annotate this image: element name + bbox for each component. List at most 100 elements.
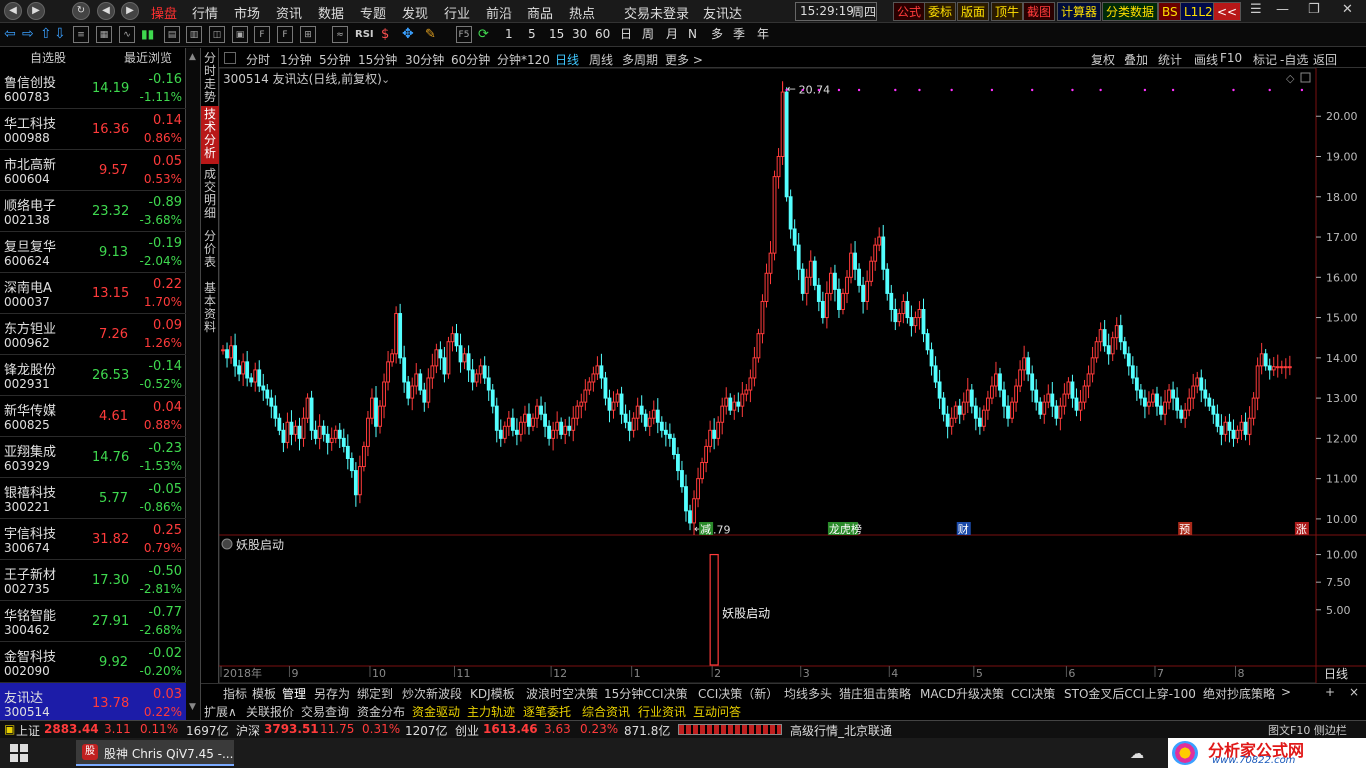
arrow-left-icon[interactable]: ⇦ [4,26,16,43]
view-tab-1[interactable]: 技术分析 [201,106,219,164]
tab-watchlist[interactable]: 自选股 [30,48,66,68]
dollar-icon[interactable]: $ [381,26,389,43]
view-tab-0[interactable]: 分时走势 [201,50,219,106]
login-status[interactable]: 交易未登录 [624,3,689,22]
quick-button-4[interactable]: 截图 [1023,2,1056,21]
period-tab-6[interactable]: 分钟*120 [497,51,550,68]
arrow-up-icon[interactable]: ⇧ [40,26,52,43]
menu-4[interactable]: 数据 [318,3,344,22]
toolbar-period-8[interactable]: N [688,26,697,43]
tab-recent[interactable]: 最近浏览 [124,48,172,68]
menu-icon[interactable]: ☰ [1250,2,1262,17]
arrow-right-icon[interactable]: ⇨ [22,26,34,43]
view-tab-2[interactable]: 成交明细 [201,166,219,224]
ext-tab-2[interactable]: 交易查询 [301,703,349,720]
minimize-icon[interactable]: — [1276,2,1289,17]
finance-icon[interactable]: ▣ [232,26,248,43]
view-tab-4[interactable]: 基本资料 [201,280,219,334]
quick-button-6[interactable]: 分类数据 [1102,2,1159,21]
next-icon[interactable]: ▶ [121,2,139,20]
f12-icon[interactable]: F [254,26,270,43]
formula-tab-7[interactable]: 波浪时空决策 [526,685,598,702]
formula-tab-12[interactable]: MACD升级决策 [920,685,1004,702]
period-tab-8[interactable]: 周线 [589,51,613,68]
menu-8[interactable]: 前沿 [486,3,512,22]
watchlist-row[interactable]: 华工科技 000988 16.36 0.14 0.86% [0,109,186,150]
ext-tab-4[interactable]: 资金驱动 [412,703,460,720]
watchlist-row[interactable]: 鲁信创投 600783 14.19 -0.16 -1.11% [0,68,186,109]
f5-icon[interactable]: F5 [456,26,472,43]
menu-10[interactable]: 热点 [569,3,595,22]
ext-tab-7[interactable]: 综合资讯 [582,703,630,720]
formula-tab-18[interactable]: × [1349,685,1359,699]
formula-tab-0[interactable]: 指标 [223,685,247,702]
formula-tab-1[interactable]: 模板 [252,685,276,702]
candle-icon[interactable]: ▮▮ [141,26,154,43]
watchlist-row[interactable]: 王子新材 002735 17.30 -0.50 -2.81% [0,560,186,601]
toolbar-period-1[interactable]: 5 [528,26,536,43]
toolbar-period-3[interactable]: 30 [572,26,587,43]
watchlist-row[interactable]: 新华传媒 600825 4.61 0.04 0.88% [0,396,186,437]
prev-icon[interactable]: ◀ [97,2,115,20]
toolbar-period-0[interactable]: 1 [505,26,513,43]
chart-action-3[interactable]: 画线 [1194,51,1218,68]
chart-action-1[interactable]: 叠加 [1124,51,1148,68]
watchlist-row[interactable]: 东方钽业 000962 7.26 0.09 1.26% [0,314,186,355]
forward-icon[interactable]: ▶ [27,2,45,20]
line-chart-icon[interactable]: ∿ [119,26,135,43]
menu-1[interactable]: 行情 [192,3,218,22]
watchlist-row[interactable]: 宇信科技 300674 31.82 0.25 0.79% [0,519,186,560]
menu-2[interactable]: 市场 [234,3,260,22]
formula-tab-15[interactable]: 绝对抄底策略 [1203,685,1275,702]
watchlist-row[interactable]: 市北高新 600604 9.57 0.05 0.53% [0,150,186,191]
watchlist-row[interactable]: 深南电A 000037 13.15 0.22 1.70% [0,273,186,314]
period-tab-3[interactable]: 15分钟 [358,51,397,68]
quick-button-8[interactable]: L1L2 [1180,2,1217,21]
toolbar-period-7[interactable]: 月 [666,26,678,43]
ext-tab-8[interactable]: 行业资讯 [638,703,686,720]
chart-action-2[interactable]: 统计 [1158,51,1182,68]
period-tab-0[interactable]: 分时 [246,51,270,68]
formula-tab-13[interactable]: CCI决策 [1011,685,1055,702]
formula-tab-14[interactable]: STO金叉后CCI上穿-100 [1064,685,1196,702]
quick-button-9[interactable]: << [1213,2,1242,21]
ext-tab-0[interactable]: 扩展∧ [204,703,237,720]
formula-tab-8[interactable]: 15分钟CCI决策 [604,685,688,702]
table-icon[interactable]: ▤ [164,26,180,43]
period-tab-1[interactable]: 1分钟 [280,51,312,68]
ext-tab-5[interactable]: 主力轨迹 [467,703,515,720]
watchlist-row[interactable]: 亚翔集成 603929 14.76 -0.23 -1.53% [0,437,186,478]
watchlist-row[interactable]: 友讯达 300514 13.78 0.03 0.22% [0,683,186,724]
grid-icon[interactable]: ▦ [96,26,112,43]
formula-tab-16[interactable]: > [1281,685,1291,699]
view-tab-3[interactable]: 分价表 [201,228,219,278]
formula-tab-4[interactable]: 绑定到 [357,685,393,702]
formula-tab-11[interactable]: 猎庄狙击策略 [839,685,911,702]
watchlist-row[interactable]: 银禧科技 300221 5.77 -0.05 -0.86% [0,478,186,519]
sh-label[interactable]: 上证 [16,722,40,739]
f10-icon[interactable]: F [277,26,293,43]
wave-icon[interactable]: ≈ [332,26,348,43]
quick-button-2[interactable]: 版面 [957,2,990,21]
watchlist-row[interactable]: 复旦复华 600624 9.13 -0.19 -2.04% [0,232,186,273]
period-tab-5[interactable]: 60分钟 [451,51,490,68]
watchlist-scrollbar[interactable]: ▲ ▼ [186,48,201,720]
price-chart[interactable]: 300514 友讯达(日线,前复权) ⌄ 10.00 11.00 12.00 13.00 1… [219,68,1366,683]
refresh-icon[interactable]: ↻ [72,2,90,20]
toolbar-period-4[interactable]: 60 [595,26,610,43]
maximize-icon[interactable]: ❐ [1308,2,1320,17]
ext-tab-6[interactable]: 逐笔委托 [523,703,571,720]
menu-7[interactable]: 行业 [444,3,470,22]
ext-tab-1[interactable]: 关联报价 [246,703,294,720]
formula-tab-10[interactable]: 均线多头 [784,685,832,702]
report-icon[interactable]: ◫ [209,26,225,43]
taskbar-app[interactable]: 股 股神 Chris QiV7.45 -... [76,740,234,766]
doc-icon[interactable]: ▥ [186,26,202,43]
refresh-icon[interactable]: ⟳ [478,26,489,43]
period-tab-10[interactable]: 更多 > [665,51,703,68]
chart-action-5[interactable]: 标记 [1253,51,1277,68]
close-icon[interactable]: ✕ [1342,2,1353,17]
chart-action-7[interactable]: 返回 [1313,51,1337,68]
formula-tab-2[interactable]: 管理 [282,685,306,702]
formula-tab-9[interactable]: CCI决策（新） [698,685,778,702]
